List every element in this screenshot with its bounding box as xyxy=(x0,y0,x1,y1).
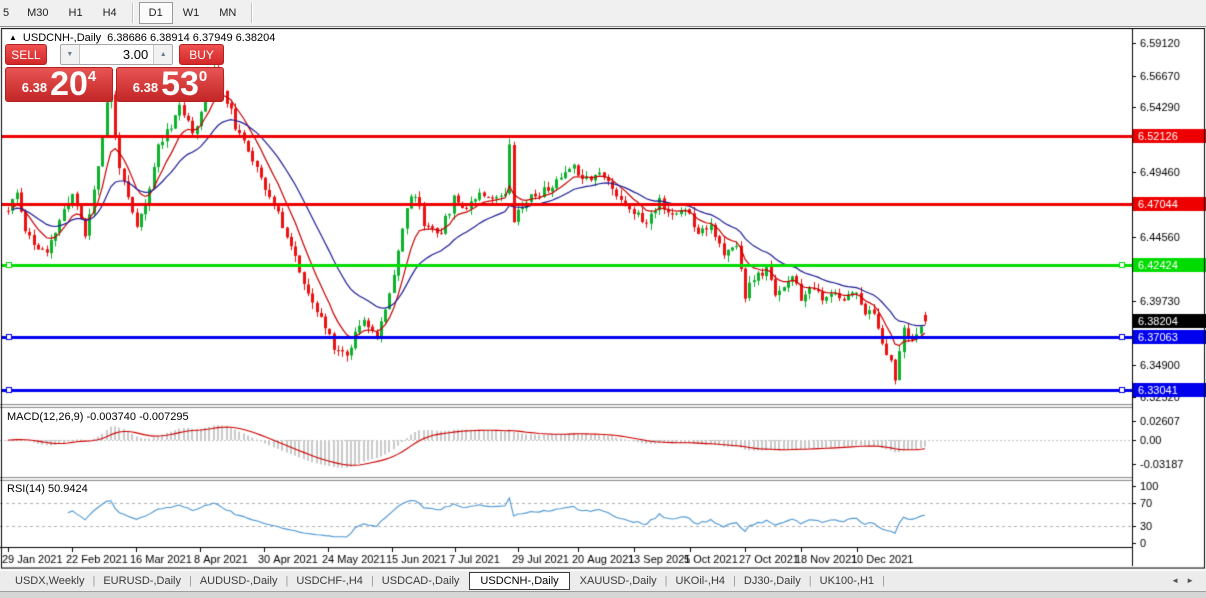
chart-title-ohlc: 6.38686 6.38914 6.37949 6.38204 xyxy=(107,32,276,44)
buy-price-prefix: 6.38 xyxy=(132,80,159,95)
chart-tab-uk100-h1[interactable]: UK100-,H1 xyxy=(813,572,881,590)
status-strip xyxy=(0,591,1206,598)
tab-scroll-arrows[interactable]: ◄► xyxy=(1171,576,1201,585)
chart-tab-usdx-weekly[interactable]: USDX,Weekly xyxy=(8,572,91,590)
chevron-up-icon: ▲ xyxy=(159,51,167,58)
timeframe-toolbar: 5 M30 H1 H4 D1 W1 MN xyxy=(0,0,1206,27)
tab-separator: | xyxy=(882,574,885,587)
timeframe-button-M30[interactable]: M30 xyxy=(17,2,58,24)
timeframe-button-H1[interactable]: H1 xyxy=(59,2,93,24)
chart-title: ▲ USDCNH-,Daily 6.38686 6.38914 6.37949 … xyxy=(9,32,275,44)
buy-price-main: 53 xyxy=(161,65,199,103)
timeframe-button-H4[interactable]: H4 xyxy=(93,2,127,24)
sell-price-pip: 4 xyxy=(87,68,97,85)
chevron-down-icon: ▼ xyxy=(66,51,74,58)
scroll-right-icon[interactable]: ► xyxy=(1186,576,1201,585)
chart-tab-dj30-daily[interactable]: DJ30-,Daily xyxy=(737,572,808,590)
chart-tab-audusd-daily[interactable]: AUDUSD-,Daily xyxy=(193,572,285,590)
scroll-left-icon[interactable]: ◄ xyxy=(1171,576,1186,585)
buy-quote[interactable]: 6.38 53 0 xyxy=(116,67,224,102)
macd-indicator-label: MACD(12,26,9) -0.003740 -0.007295 xyxy=(7,411,189,423)
chart-tab-bar: USDX,Weekly | EURUSD-,Daily | AUDUSD-,Daily |… xyxy=(0,570,1206,590)
buy-button[interactable]: BUY xyxy=(179,44,224,65)
timeframe-button-W1[interactable]: W1 xyxy=(173,2,210,24)
timeframe-button-5[interactable]: 5 xyxy=(0,2,17,24)
price-chart-canvas[interactable] xyxy=(0,28,1206,569)
chart-tab-usdcnh-daily[interactable]: USDCNH-,Daily xyxy=(469,571,570,590)
rsi-indicator-label: RSI(14) 50.9424 xyxy=(7,483,88,495)
volume-input[interactable]: 3.00 xyxy=(80,45,153,64)
chart-tab-xauusd-daily[interactable]: XAUUSD-,Daily xyxy=(573,572,664,590)
timeframe-button-MN[interactable]: MN xyxy=(209,2,246,24)
toolbar-separator xyxy=(131,3,134,23)
sell-quote[interactable]: 6.38 20 4 xyxy=(5,67,113,102)
chart-tab-usdchf-h4[interactable]: USDCHF-,H4 xyxy=(289,572,370,590)
chart-tab-usdcad-daily[interactable]: USDCAD-,Daily xyxy=(375,572,467,590)
sell-price-main: 20 xyxy=(50,65,88,103)
volume-decrease-button[interactable]: ▼ xyxy=(60,45,80,64)
chart-window: ▲ USDCNH-,Daily 6.38686 6.38914 6.37949 … xyxy=(0,28,1206,569)
chart-title-symbol: USDCNH-,Daily xyxy=(22,32,102,44)
timeframe-button-D1[interactable]: D1 xyxy=(138,2,173,24)
volume-stepper: ▼ 3.00 ▲ xyxy=(59,44,174,65)
panel-toggle-icon[interactable]: ▲ xyxy=(9,33,17,43)
toolbar-separator xyxy=(251,3,254,23)
chart-tab-ukoil-h4[interactable]: UKOil-,H4 xyxy=(669,572,733,590)
buy-price-pip: 0 xyxy=(198,68,208,85)
one-click-trade-panel: SELL ▼ 3.00 ▲ BUY 6.38 20 4 6.38 53 0 xyxy=(5,44,224,102)
chart-tab-eurusd-daily[interactable]: EURUSD-,Daily xyxy=(96,572,188,590)
sell-button[interactable]: SELL xyxy=(5,44,47,65)
sell-price-prefix: 6.38 xyxy=(21,80,48,95)
volume-increase-button[interactable]: ▲ xyxy=(153,45,173,64)
